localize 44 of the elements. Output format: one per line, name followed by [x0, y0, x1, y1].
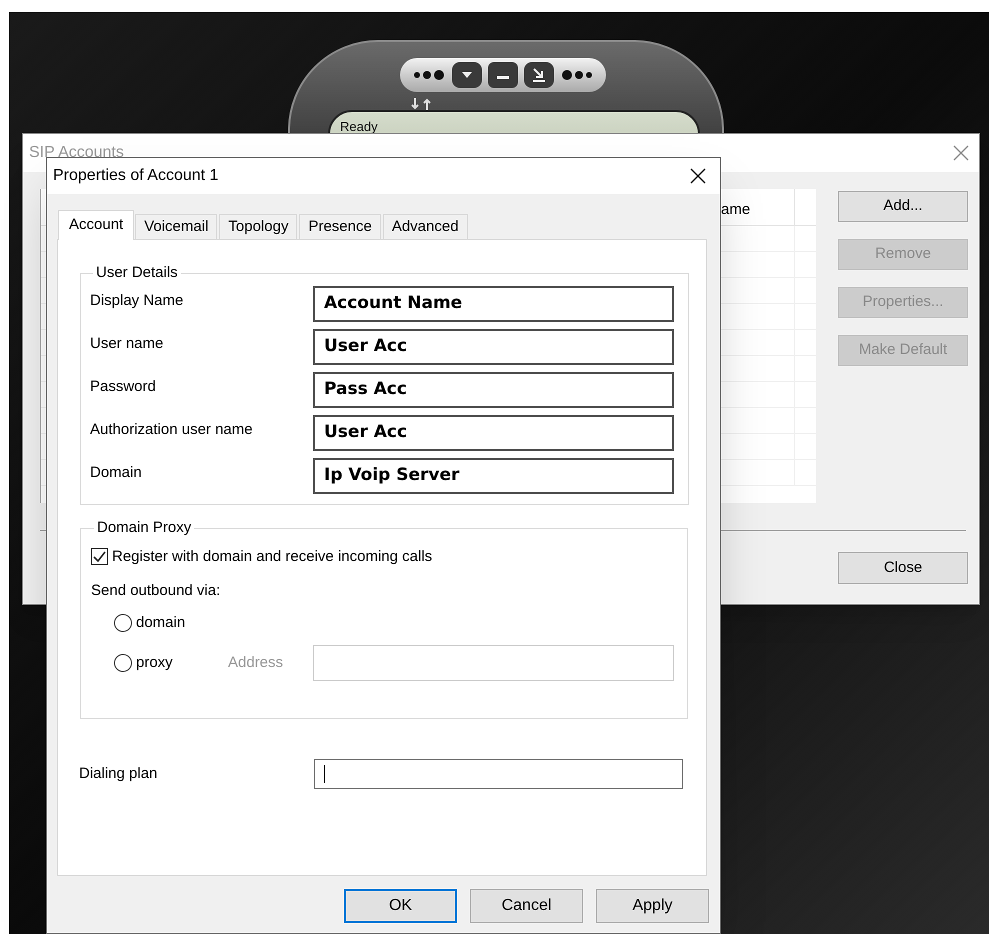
caret-down-icon[interactable]	[451, 61, 483, 89]
window-title: SIP Accounts	[29, 143, 124, 163]
text-field[interactable]: User Acc	[313, 414, 674, 450]
text-field[interactable]: Account Name	[313, 286, 674, 322]
text-caret	[324, 765, 325, 783]
radio-label[interactable]: domain	[136, 612, 228, 634]
tab[interactable]: Presence	[299, 214, 381, 240]
dots-icon	[413, 69, 447, 81]
dialog-button[interactable]: OK	[344, 889, 457, 923]
dialog-button[interactable]: Apply	[596, 889, 709, 923]
text-field[interactable]: Ip Voip Server	[313, 458, 674, 494]
close-button[interactable]: Close	[838, 552, 968, 584]
radio-button[interactable]	[114, 614, 132, 632]
radio-label[interactable]: proxy	[136, 652, 228, 674]
field-label: Address	[228, 652, 284, 673]
checkmark-icon	[93, 551, 106, 562]
address-field[interactable]	[313, 645, 674, 681]
section-label: Send outbound via:	[91, 581, 222, 601]
tab[interactable]: Account	[58, 210, 134, 240]
group-title: User Details	[95, 263, 179, 283]
status-text: Ready	[340, 119, 378, 134]
tab[interactable]: Advanced	[382, 214, 468, 240]
close-icon[interactable]	[690, 168, 706, 184]
text-field[interactable]: User Acc	[313, 328, 674, 364]
field-label: Display Name	[90, 290, 184, 310]
field-label: User name	[90, 334, 164, 354]
checkbox-label[interactable]: Register with domain and receive incoming calls	[112, 546, 432, 568]
window-title: Properties of Account 1	[53, 166, 218, 186]
dialing-plan-field[interactable]	[314, 759, 683, 789]
field-label: Domain	[90, 462, 143, 482]
list-action-button[interactable]: Add...	[838, 191, 968, 222]
group-title: Domain Proxy	[96, 518, 192, 538]
radio-button[interactable]	[114, 654, 132, 672]
minimize-icon[interactable]	[487, 61, 519, 89]
tab[interactable]: Voicemail	[135, 214, 218, 240]
dialog-button[interactable]: Cancel	[470, 889, 583, 923]
field-label: Password	[90, 376, 157, 396]
text-field[interactable]: Pass Acc	[313, 372, 674, 408]
checkbox[interactable]	[91, 548, 108, 566]
tab[interactable]: Topology	[219, 214, 298, 240]
arrow-down-right-icon[interactable]	[523, 61, 555, 89]
field-label: Authorization user name	[90, 420, 254, 440]
field-label: Dialing plan	[79, 764, 158, 784]
dots-icon	[559, 69, 593, 81]
